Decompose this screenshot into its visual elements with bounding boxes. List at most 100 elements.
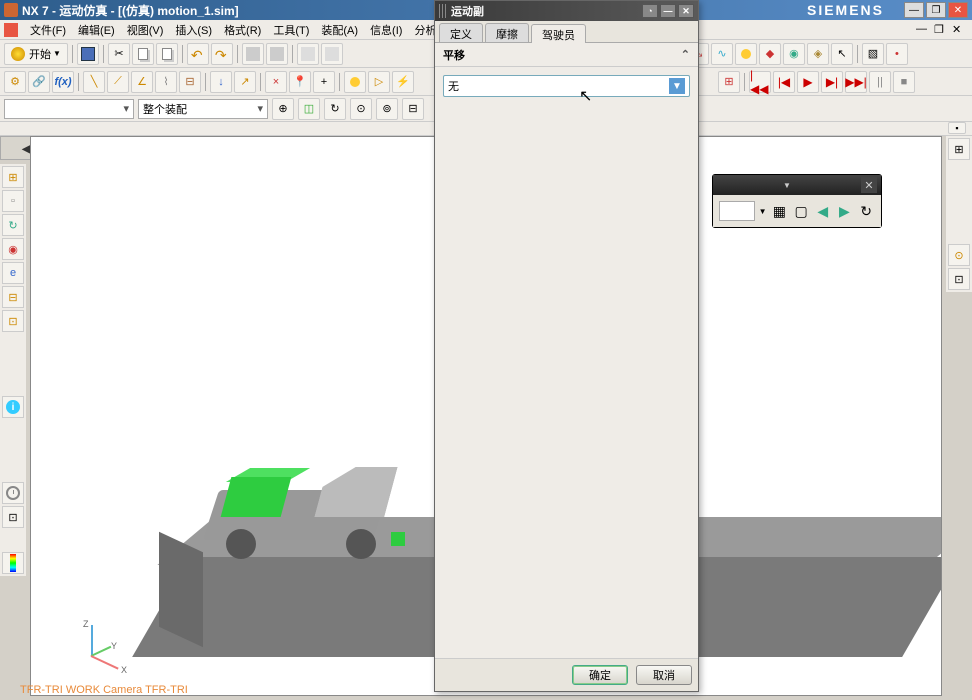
nav-part-button[interactable]: ▫: [2, 190, 24, 212]
nav-system-button[interactable]: ⊡: [2, 310, 24, 332]
force-1-button[interactable]: ↓: [210, 71, 232, 93]
tool-6-button[interactable]: •: [886, 43, 908, 65]
sketch-4-button[interactable]: ◈: [807, 43, 829, 65]
dialog-help-button[interactable]: ◔: [642, 4, 658, 18]
playback-play-button[interactable]: ▶: [797, 71, 819, 93]
doc-minimize-button[interactable]: —: [916, 23, 932, 37]
ok-button[interactable]: 确定: [572, 665, 628, 685]
nav-assembly-button[interactable]: ⊞: [2, 166, 24, 188]
playback-first-button[interactable]: |◀◀: [749, 71, 771, 93]
tool-3-button[interactable]: [297, 43, 319, 65]
copy-button[interactable]: [132, 43, 154, 65]
sel-5-button[interactable]: ⊚: [376, 98, 398, 120]
playback-prev-button[interactable]: |◀: [773, 71, 795, 93]
measure-panel-close[interactable]: ✕: [861, 177, 877, 193]
filter-combo[interactable]: ▾: [4, 99, 134, 119]
sketch-1-button[interactable]: [735, 43, 757, 65]
constraint-2-button[interactable]: ⟋: [107, 71, 129, 93]
measure-prev-button[interactable]: ◀: [814, 201, 832, 221]
constraint-1-button[interactable]: ╲: [83, 71, 105, 93]
menu-format[interactable]: 格式(R): [218, 20, 267, 40]
minimize-button[interactable]: —: [904, 2, 924, 18]
sel-6-button[interactable]: ⊟: [402, 98, 424, 120]
undo-button[interactable]: [187, 43, 209, 65]
measure-grid-button[interactable]: ▦: [771, 201, 789, 221]
tab-define[interactable]: 定义: [439, 23, 483, 42]
wave-button[interactable]: ∿: [711, 43, 733, 65]
save-button[interactable]: [77, 43, 99, 65]
section-translate-header[interactable]: 平移 ⌃: [435, 43, 698, 67]
tab-friction[interactable]: 摩擦: [485, 23, 529, 42]
nav-history-button[interactable]: ⊟: [2, 286, 24, 308]
start-button[interactable]: 开始 ▼: [4, 43, 68, 65]
doc-close-button[interactable]: ✕: [952, 23, 968, 37]
nav-hd3d-button[interactable]: ◉: [2, 238, 24, 260]
sel-4-button[interactable]: ⊙: [350, 98, 372, 120]
tool-1-button[interactable]: [242, 43, 264, 65]
chevron-down-icon[interactable]: ▼: [759, 207, 767, 216]
nav-palette-button[interactable]: [2, 552, 24, 574]
sel-1-button[interactable]: ⊕: [272, 98, 294, 120]
redo-button[interactable]: [211, 43, 233, 65]
cut-button[interactable]: ✂: [108, 43, 130, 65]
nav-misc-button[interactable]: ⊡: [2, 506, 24, 528]
menu-view[interactable]: 视图(V): [121, 20, 170, 40]
tool-5-button[interactable]: ▧: [862, 43, 884, 65]
playback-last-button[interactable]: ▶▶|: [845, 71, 867, 93]
constraint-3-button[interactable]: ∠: [131, 71, 153, 93]
cancel-button[interactable]: 取消: [636, 665, 692, 685]
measure-next-button[interactable]: ▶: [836, 201, 854, 221]
menu-file[interactable]: 文件(F): [24, 20, 72, 40]
paste-button[interactable]: [156, 43, 178, 65]
close-button[interactable]: ✕: [948, 2, 968, 18]
fx-button[interactable]: f(x): [52, 71, 74, 93]
chevron-down-icon[interactable]: ▼: [783, 181, 791, 190]
playback-stop-button[interactable]: ■: [893, 71, 915, 93]
dialog-title-bar[interactable]: 运动副 ◔ — ✕: [435, 1, 698, 21]
measure-panel[interactable]: ▼ ✕ ▼ ▦ ▢ ◀ ▶ ↻: [712, 174, 882, 228]
joint-button[interactable]: 🔗: [28, 71, 50, 93]
menu-assembly[interactable]: 装配(A): [315, 20, 364, 40]
assembly-combo[interactable]: 整个装配 ▾: [138, 99, 268, 119]
right-1-button[interactable]: ⊞: [948, 138, 970, 160]
measure-field[interactable]: [719, 201, 755, 221]
playback-pause-button[interactable]: ||: [869, 71, 891, 93]
nav-clock-button[interactable]: [2, 482, 24, 504]
doc-restore-button[interactable]: ❐: [934, 23, 950, 37]
nav-reuse-button[interactable]: ↻: [2, 214, 24, 236]
tool-2-button[interactable]: [266, 43, 288, 65]
sensor-button[interactable]: ▷: [368, 71, 390, 93]
dialog-close-button[interactable]: ✕: [678, 4, 694, 18]
sketch-3-button[interactable]: ◉: [783, 43, 805, 65]
marker-1-button[interactable]: ×: [265, 71, 287, 93]
playback-next-button[interactable]: ▶|: [821, 71, 843, 93]
nav-info-button[interactable]: i: [2, 396, 24, 418]
maximize-button[interactable]: ❐: [926, 2, 946, 18]
tab-driver[interactable]: 驾驶员: [531, 24, 586, 43]
menu-insert[interactable]: 插入(S): [169, 20, 218, 40]
marker-2-button[interactable]: 📍: [289, 71, 311, 93]
menu-tools[interactable]: 工具(T): [267, 20, 315, 40]
aux-button[interactable]: ▪: [948, 122, 966, 134]
dialog-minimize-button[interactable]: —: [660, 4, 676, 18]
spring-button[interactable]: ⌇: [155, 71, 177, 93]
measure-box-button[interactable]: ▢: [792, 201, 810, 221]
solve-button[interactable]: ⚡: [392, 71, 414, 93]
link-button[interactable]: ⚙: [4, 71, 26, 93]
right-2-button[interactable]: ⊙: [948, 244, 970, 266]
plus-button[interactable]: +: [313, 71, 335, 93]
force-2-button[interactable]: ↗: [234, 71, 256, 93]
select-button[interactable]: ↖: [831, 43, 853, 65]
sel-2-button[interactable]: ◫: [298, 98, 320, 120]
translate-type-select[interactable]: 无 ▼: [443, 75, 690, 97]
measure-panel-title[interactable]: ▼ ✕: [713, 175, 881, 195]
right-3-button[interactable]: ⊡: [948, 268, 970, 290]
measure-refresh-button[interactable]: ↻: [857, 201, 875, 221]
contact-button[interactable]: [344, 71, 366, 93]
menu-edit[interactable]: 编辑(E): [72, 20, 121, 40]
damper-button[interactable]: ⊟: [179, 71, 201, 93]
menu-info[interactable]: 信息(I): [364, 20, 408, 40]
sketch-2-button[interactable]: ◆: [759, 43, 781, 65]
tool-4-button[interactable]: [321, 43, 343, 65]
sel-3-button[interactable]: ↻: [324, 98, 346, 120]
